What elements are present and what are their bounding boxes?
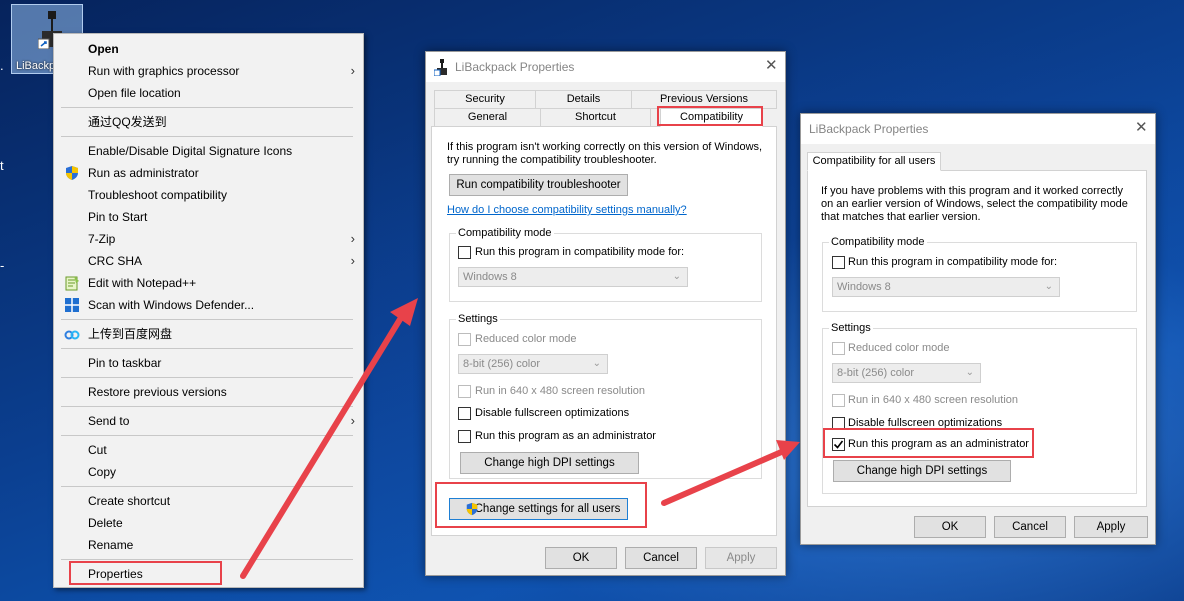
arrow-head-icon: [390, 298, 418, 326]
annotation-arrows: [240, 298, 800, 579]
